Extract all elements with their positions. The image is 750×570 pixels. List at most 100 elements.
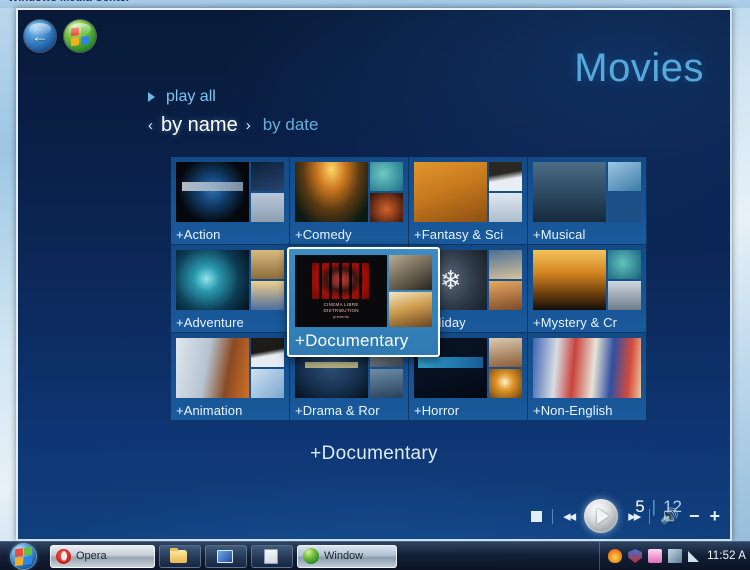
thumbnail-group: CINEMA LIBRE DISTRIBUTION presents [295,255,432,327]
play-icon [597,508,610,524]
thumb-text-line1: CINEMA LIBRE [323,302,359,307]
folder-icon [170,547,187,563]
volume-icon[interactable]: 🔊 [660,507,679,525]
taskbar-item-folder[interactable] [159,544,201,568]
play-button[interactable] [584,499,619,533]
taskbar-item-notepad[interactable] [251,544,293,568]
selected-item-caption: +Documentary [310,443,438,464]
taskbar-item-label: Window [324,550,364,562]
tile-mystery-crime[interactable]: +Mystery & Cr [528,245,647,333]
back-arrow-icon[interactable]: ← [24,20,56,52]
notepad-icon [263,548,278,564]
thumbnail-flags-collage [533,338,641,398]
volume-down-button[interactable]: − [689,506,700,527]
transport-controls: ◂◂ ▸▸ 🔊 − + [531,499,720,533]
thumbnail-side-group [489,162,522,222]
volume-up-button[interactable]: + [709,506,720,527]
taskbar-item-label: Opera [76,550,107,562]
stop-button[interactable] [531,510,543,522]
selected-tile-label: +Documentary [295,331,409,350]
tile-label: +Mystery & Cr [533,315,618,330]
taskbar: Opera Window 11:52 A [0,541,750,570]
media-center-window: ← Movies play all ‹ by name › by date +A… [16,8,732,541]
media-center-icon [303,548,319,564]
tile-non-english[interactable]: +Non-English [528,333,647,421]
selected-tile-documentary[interactable]: CINEMA LIBRE DISTRIBUTION presents +Docu… [287,247,440,357]
flame-icon[interactable] [608,549,623,563]
thumbnail-orange-scene [414,162,488,222]
network-icon[interactable] [668,549,683,563]
sort-controls: ‹ by name › by date [148,114,318,137]
thumb-text-line3: presents [333,315,350,320]
thumbnail-side-group [389,255,432,327]
taskbar-item-media-center[interactable]: Window [297,544,397,568]
fast-forward-button[interactable]: ▸▸ [628,507,641,525]
thumbnail-group [533,162,641,222]
start-button[interactable] [0,543,46,570]
thumbnail-group [533,338,641,398]
windows-flag-glyph [71,25,89,47]
rewind-button[interactable]: ◂◂ [563,507,576,525]
thumbnail-cinema-libre: CINEMA LIBRE DISTRIBUTION presents [295,255,388,327]
thumbnail-dark-sky [533,162,607,222]
play-all-label: play all [166,88,216,105]
pink-app-icon[interactable] [648,549,663,563]
tile-fantasy-scifi[interactable]: +Fantasy & Sci [409,157,528,245]
tile-label: +Adventure [176,315,244,330]
taskbar-item-monitor[interactable] [205,544,247,568]
thumb-text-line2: DISTRIBUTION [323,308,359,314]
page-title: Movies [574,46,704,90]
tile-musical[interactable]: +Musical [528,157,647,245]
shield-icon[interactable] [628,549,643,563]
thumbnail-group [176,338,284,398]
tile-label: +Action [176,227,221,242]
volume-tray-icon[interactable] [688,550,700,562]
transport-divider [649,508,651,524]
thumbnail-group [176,250,284,310]
desktop-background: Windows Media Center ← Movies [0,0,750,570]
thumbnail-animated-character [176,338,250,398]
clock[interactable]: 11:52 A [705,550,746,562]
window-titlebar[interactable]: Windows Media Center [0,0,750,8]
thumbnail-side-group [370,162,403,222]
thumbnail-side-group [251,250,284,310]
window-title: Windows Media Center [8,0,130,4]
tile-comedy[interactable]: +Comedy [290,157,409,245]
tile-action[interactable]: +Action [171,157,290,245]
tile-label: +Musical [533,227,586,242]
chevron-left-icon[interactable]: ‹ [148,117,153,134]
chevron-right-icon[interactable]: › [246,117,251,134]
transport-divider [552,508,554,524]
sort-by-date[interactable]: by date [263,115,319,135]
thumbnail-side-group [489,338,522,398]
tile-animation[interactable]: +Animation [171,333,290,421]
play-triangle-icon [148,92,155,102]
thumbnail-group [533,250,641,310]
tile-label: +Non-English [533,403,613,418]
thumbnail-teal-glow [176,250,250,310]
thumbnail-amber-lights [533,250,607,310]
tile-label: +Fantasy & Sci [414,227,504,242]
taskbar-item-opera[interactable]: Opera [50,544,155,568]
thumbnail-group [176,162,284,222]
opera-icon [56,548,71,564]
system-tray: 11:52 A [599,542,750,570]
tile-label: +Drama & Ror [295,403,380,418]
thumbnail-side-group [608,250,641,310]
thumbnail-universal-logo [176,162,250,222]
tile-label: +Animation [176,403,243,418]
start-orb-icon [10,543,36,569]
sort-by-name[interactable]: ‹ by name › [148,114,251,137]
tile-adventure[interactable]: +Adventure [171,245,290,333]
thumbnail-side-group [608,162,641,222]
top-navigation: ← [24,20,96,52]
thumbnail-concert-lights [295,162,369,222]
thumbnail-side-group [251,162,284,222]
navigation-links: play all ‹ by name › by date [148,88,318,137]
windows-logo-icon[interactable] [64,20,96,52]
play-all-link[interactable]: play all [148,88,318,106]
tile-label: +Comedy [295,227,352,242]
sort-by-name-label: by name [161,114,238,136]
stop-icon [531,510,543,522]
media-center-canvas: ← Movies play all ‹ by name › by date +A… [18,10,730,539]
